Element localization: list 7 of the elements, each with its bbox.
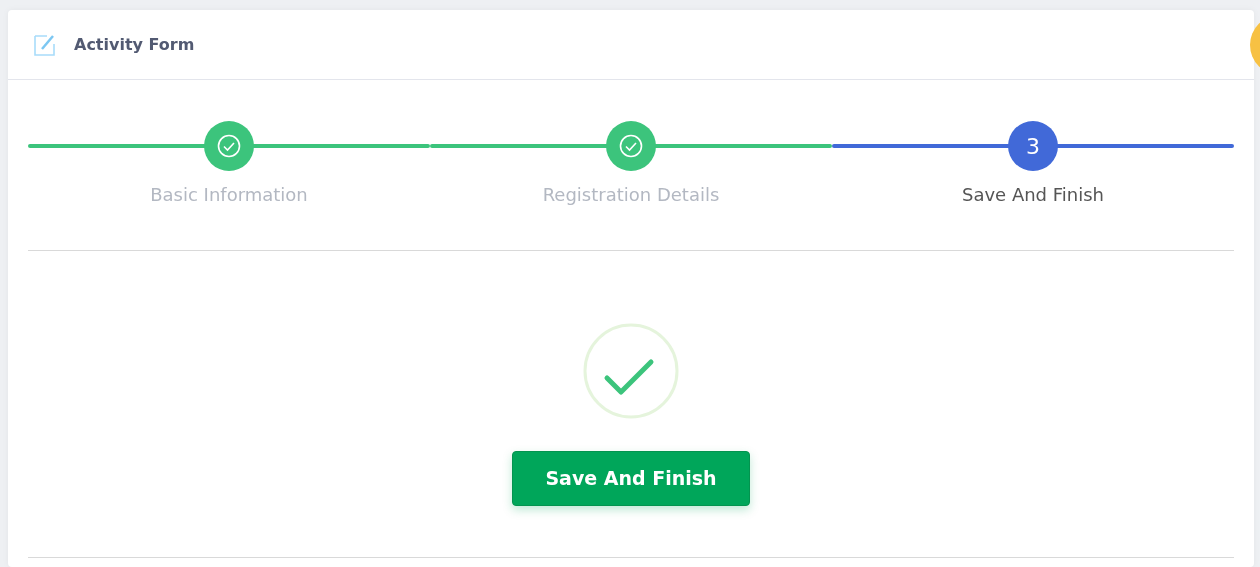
save-and-finish-button[interactable]: Save And Finish	[512, 451, 750, 506]
step-number: 3	[1008, 121, 1058, 171]
step-label: Basic Information	[150, 183, 308, 207]
success-check-icon	[583, 323, 679, 419]
step-label: Registration Details	[542, 183, 720, 207]
card-title: Activity Form	[74, 33, 195, 56]
step-label: Save And Finish	[962, 183, 1104, 207]
